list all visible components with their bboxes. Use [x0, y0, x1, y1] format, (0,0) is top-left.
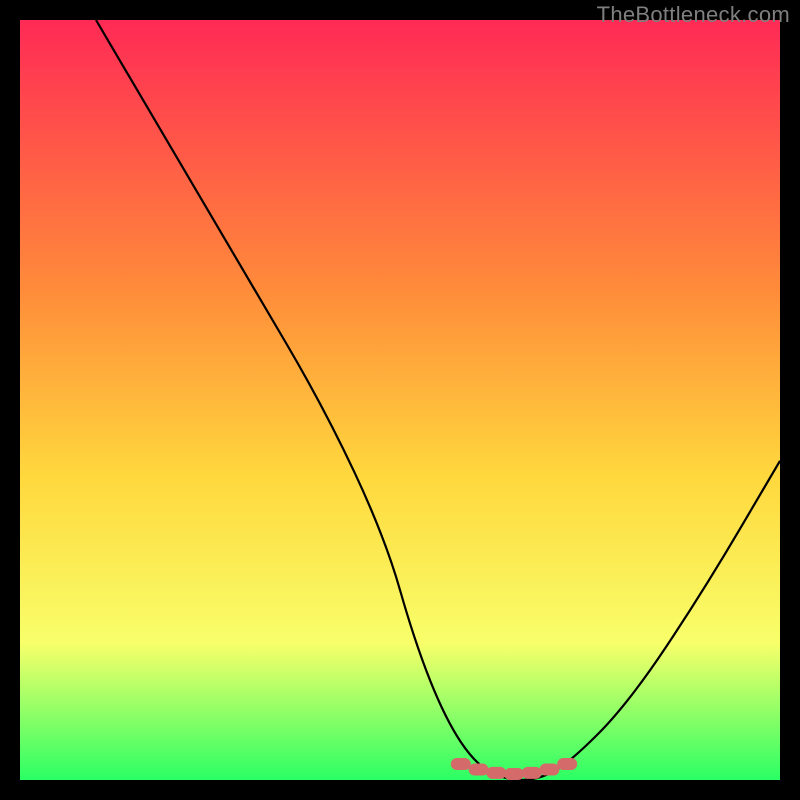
- chart-svg: [20, 20, 780, 780]
- watermark-text: TheBottleneck.com: [597, 2, 790, 28]
- plot-area: [20, 20, 780, 780]
- chart-frame: TheBottleneck.com: [0, 0, 800, 800]
- gradient-background: [20, 20, 780, 780]
